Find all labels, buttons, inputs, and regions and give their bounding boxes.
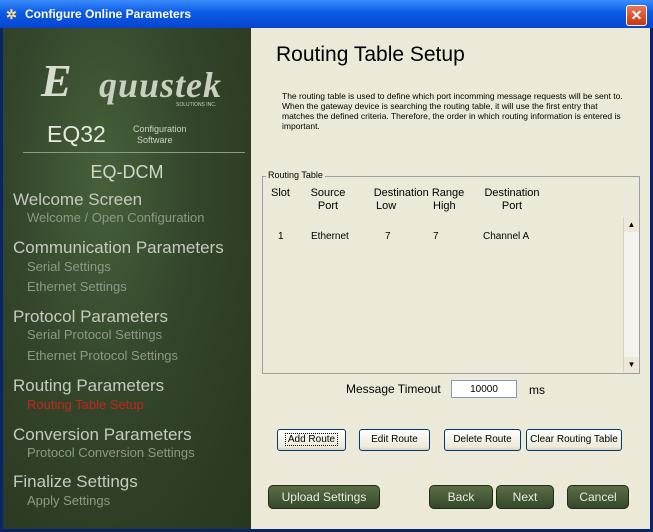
logo-word: quustek [99, 65, 223, 105]
arrow-up-icon: ▲ [627, 220, 636, 229]
nav-ethernet-protocol-settings[interactable]: Ethernet Protocol Settings [27, 348, 178, 363]
upload-settings-button[interactable]: Upload Settings [268, 485, 380, 509]
message-timeout-input[interactable] [451, 380, 517, 398]
page-title: Routing Table Setup [276, 43, 465, 66]
scroll-down-button[interactable]: ▼ [624, 357, 639, 372]
message-timeout-label: Message Timeout [346, 382, 441, 396]
row-destination-port: Channel A [483, 231, 530, 242]
product-name: EQ-DCM [90, 162, 164, 182]
column-destination-line2: Port [501, 200, 523, 212]
clear-routing-table-button[interactable]: Clear Routing Table [526, 429, 622, 451]
configure-window: ✲ Configure Online Parameters ✕ E quuste… [0, 0, 653, 532]
column-source-line1: Source [310, 187, 346, 199]
nav-protocol-conversion-settings[interactable]: Protocol Conversion Settings [27, 445, 195, 460]
section-communication-parameters[interactable]: Communication Parameters [13, 238, 224, 258]
eq32-label: EQ32 [47, 121, 106, 147]
next-button[interactable]: Next [496, 485, 554, 509]
sidebar: E quustek SOLUTIONS INC. EQ32 Configurat… [3, 28, 251, 529]
window-title: Configure Online Parameters [25, 7, 192, 21]
row-slot: 1 [278, 231, 284, 242]
nav-ethernet-settings[interactable]: Ethernet Settings [27, 279, 127, 294]
delete-route-label: Delete Route [453, 434, 512, 445]
nav-routing-table-setup[interactable]: Routing Table Setup [27, 397, 144, 412]
delete-route-button[interactable]: Delete Route [444, 429, 521, 451]
section-finalize-settings[interactable]: Finalize Settings [13, 472, 138, 492]
column-high: High [433, 200, 456, 212]
section-routing-parameters[interactable]: Routing Parameters [13, 376, 164, 396]
row-high: 7 [433, 231, 439, 242]
gear-icon: ✲ [6, 7, 17, 22]
column-source: Source Port [307, 187, 349, 213]
close-icon: ✕ [630, 7, 643, 23]
client-area: E quustek SOLUTIONS INC. EQ32 Configurat… [3, 28, 650, 529]
nav-apply-settings[interactable]: Apply Settings [27, 493, 110, 508]
routing-table-label: Routing Table [266, 170, 325, 180]
scroll-up-button[interactable]: ▲ [624, 217, 639, 232]
timeout-unit: ms [529, 383, 545, 397]
logo-letter: E [41, 55, 72, 106]
nav-serial-protocol-settings[interactable]: Serial Protocol Settings [27, 327, 162, 342]
clear-routing-table-label: Clear Routing Table [530, 434, 618, 445]
close-button[interactable]: ✕ [626, 5, 647, 26]
column-destination-line1: Destination [484, 187, 540, 199]
edit-route-label: Edit Route [371, 434, 418, 445]
edit-route-button[interactable]: Edit Route [359, 429, 430, 451]
table-scrollbar[interactable]: ▲ ▼ [623, 217, 639, 372]
main-panel: Routing Table Setup The routing table is… [251, 28, 650, 529]
column-destination: Destination Port [479, 187, 545, 213]
add-route-button[interactable]: Add Route [277, 429, 346, 451]
equustek-logo: E quustek SOLUTIONS INC. [41, 50, 231, 130]
cancel-button[interactable]: Cancel [567, 485, 629, 509]
add-route-label: Add Route [284, 433, 339, 446]
logo-subtitle: SOLUTIONS INC. [176, 102, 217, 108]
column-low: Low [376, 200, 397, 212]
description-text: The routing table is used to define whic… [282, 91, 623, 131]
title-bar[interactable]: ✲ Configure Online Parameters ✕ [0, 0, 653, 28]
column-destination-range: Destination Range Low High [361, 187, 477, 213]
column-low-high: Low High [361, 200, 477, 213]
section-protocol-parameters[interactable]: Protocol Parameters [13, 307, 168, 327]
section-welcome-screen[interactable]: Welcome Screen [13, 190, 142, 210]
arrow-down-icon: ▼ [627, 360, 636, 369]
back-button[interactable]: Back [429, 485, 493, 509]
config-line-1: Configuration [133, 124, 187, 134]
row-low: 7 [385, 231, 391, 242]
divider [23, 152, 245, 153]
column-destination-range-title: Destination Range [373, 187, 465, 199]
column-source-line2: Port [317, 200, 339, 212]
nav-welcome-open-configuration[interactable]: Welcome / Open Configuration [27, 210, 205, 225]
row-source-port: Ethernet [311, 231, 349, 242]
section-conversion-parameters[interactable]: Conversion Parameters [13, 425, 192, 445]
config-software-label: Configuration Software [133, 124, 187, 146]
column-slot: Slot [271, 187, 290, 199]
nav-serial-settings[interactable]: Serial Settings [27, 259, 111, 274]
config-line-2: Software [137, 135, 173, 145]
